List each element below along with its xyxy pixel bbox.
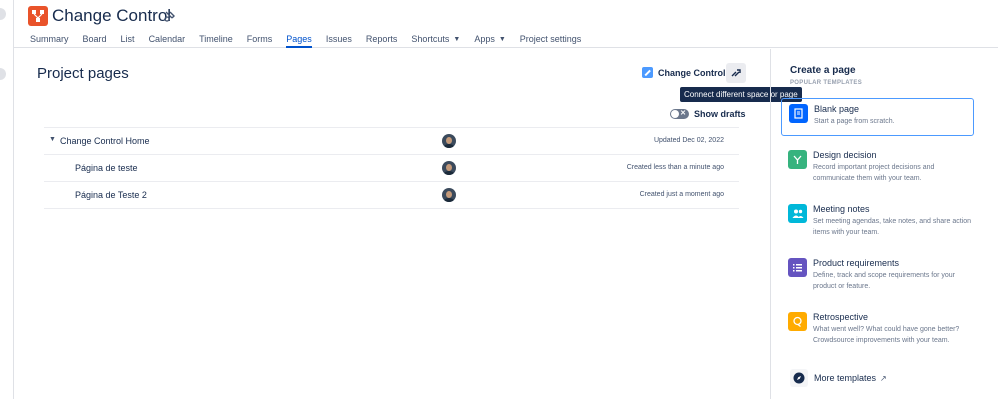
tab-label: Timeline — [199, 34, 233, 44]
template-design-decision[interactable]: Design decision Record important project… — [781, 145, 974, 183]
close-icon: ✕ — [680, 110, 686, 117]
chevron-down-icon: ▼ — [498, 36, 506, 43]
tab-board[interactable]: Board — [83, 31, 107, 48]
chevron-down-icon[interactable]: ▼ — [49, 136, 56, 143]
tab-project-settings[interactable]: Project settings — [520, 31, 582, 48]
external-link-icon: ↗ — [880, 373, 887, 383]
avatar — [442, 188, 456, 202]
tab-label: Project settings — [519, 34, 582, 44]
space-link-label: Change Control — [658, 67, 726, 78]
template-product-requirements[interactable]: Product requirements Define, track and s… — [781, 253, 974, 291]
people-icon — [788, 204, 807, 223]
template-name: Product requirements — [813, 258, 900, 268]
page-status: Created less than a minute ago — [626, 164, 724, 171]
project-pages-panel: Project pages Change Control Connect dif… — [14, 49, 802, 399]
create-page-title: Create a page — [790, 65, 856, 76]
project-nav: Summary Board List Calendar Timeline For… — [30, 31, 595, 48]
project-title: Change Control — [52, 6, 172, 25]
show-drafts-toggle[interactable]: ✕ Show drafts — [670, 109, 746, 119]
tab-label: Summary — [30, 34, 69, 44]
tab-apps[interactable]: Apps ▼ — [474, 31, 505, 48]
template-desc: Start a page from scratch. — [814, 118, 895, 125]
template-blank-page[interactable]: Blank page Start a page from scratch. — [781, 98, 974, 136]
table-row[interactable]: Página de teste Created less than a minu… — [44, 155, 739, 182]
tab-label: Calendar — [148, 34, 186, 44]
tab-forms[interactable]: Forms — [247, 31, 273, 48]
template-desc: Define, track and scope requirements for… — [813, 272, 956, 290]
template-name: Meeting notes — [813, 204, 870, 214]
page-name[interactable]: Página de teste — [75, 163, 138, 173]
tab-timeline[interactable]: Timeline — [199, 31, 233, 48]
connect-space-button[interactable] — [726, 63, 746, 83]
page-status: Updated Dec 02, 2022 — [653, 137, 724, 144]
chat-icon — [788, 312, 807, 331]
automation-icon[interactable] — [163, 9, 177, 23]
tab-calendar[interactable]: Calendar — [149, 31, 186, 48]
template-name: Retrospective — [813, 312, 869, 322]
chevron-down-icon: ▼ — [453, 36, 461, 43]
branch-icon — [788, 150, 807, 169]
page-name[interactable]: Change Control Home — [60, 136, 150, 146]
more-templates-link[interactable]: More templates ↗ — [790, 369, 887, 387]
table-row[interactable]: Página de Teste 2 Created just a moment … — [44, 182, 739, 209]
document-icon — [789, 104, 808, 123]
project-logo-icon — [28, 6, 48, 26]
sidebar-handle-2[interactable] — [0, 68, 6, 80]
tab-reports[interactable]: Reports — [366, 31, 398, 48]
page-status: Created just a moment ago — [639, 191, 724, 198]
more-templates-label: More templates — [814, 373, 877, 383]
page-title: Project pages — [37, 65, 129, 82]
space-icon — [642, 67, 653, 78]
list-icon — [788, 258, 807, 277]
template-desc: Set meeting agendas, take notes, and sha… — [813, 218, 971, 236]
template-meeting-notes[interactable]: Meeting notes Set meeting agendas, take … — [781, 199, 974, 237]
popular-templates-label: POPULAR TEMPLATES — [790, 80, 862, 86]
toggle-knob — [671, 110, 679, 118]
tab-issues[interactable]: Issues — [326, 31, 352, 48]
page-name[interactable]: Página de Teste 2 — [75, 190, 147, 200]
tab-label: List — [120, 34, 135, 44]
tab-label: Board — [82, 34, 107, 44]
template-desc: What went well? What could have gone bet… — [813, 326, 960, 344]
pages-table: ▼ Change Control Home Updated Dec 02, 20… — [44, 127, 739, 209]
tab-pages[interactable]: Pages — [286, 31, 312, 48]
avatar — [442, 161, 456, 175]
table-row[interactable]: ▼ Change Control Home Updated Dec 02, 20… — [44, 128, 739, 155]
avatar — [442, 134, 456, 148]
create-page-panel: Create a page POPULAR TEMPLATES Blank pa… — [770, 49, 998, 399]
tab-label: Reports — [365, 34, 398, 44]
template-name: Design decision — [813, 150, 877, 160]
tab-summary[interactable]: Summary — [30, 31, 69, 48]
compass-icon — [790, 369, 808, 387]
tab-label: Issues — [325, 34, 352, 44]
tab-list[interactable]: List — [121, 31, 135, 48]
template-name: Blank page — [814, 104, 860, 114]
sidebar-handle[interactable] — [0, 8, 6, 20]
toggle-switch[interactable]: ✕ — [670, 109, 689, 119]
space-link[interactable]: Change Control — [642, 67, 726, 78]
tab-shortcuts[interactable]: Shortcuts ▼ — [411, 31, 460, 48]
show-drafts-label: Show drafts — [694, 109, 746, 119]
tab-label: Apps — [474, 34, 495, 44]
tab-label: Shortcuts — [411, 34, 450, 44]
left-collapsed-sidebar — [0, 0, 14, 399]
tab-label: Pages — [286, 34, 312, 44]
connect-icon — [731, 69, 741, 77]
template-retrospective[interactable]: Retrospective What went well? What could… — [781, 307, 974, 345]
template-desc: Record important project decisions and c… — [813, 164, 935, 182]
tab-label: Forms — [246, 34, 273, 44]
project-header: Change Control Summary Board List Calend… — [14, 0, 998, 48]
